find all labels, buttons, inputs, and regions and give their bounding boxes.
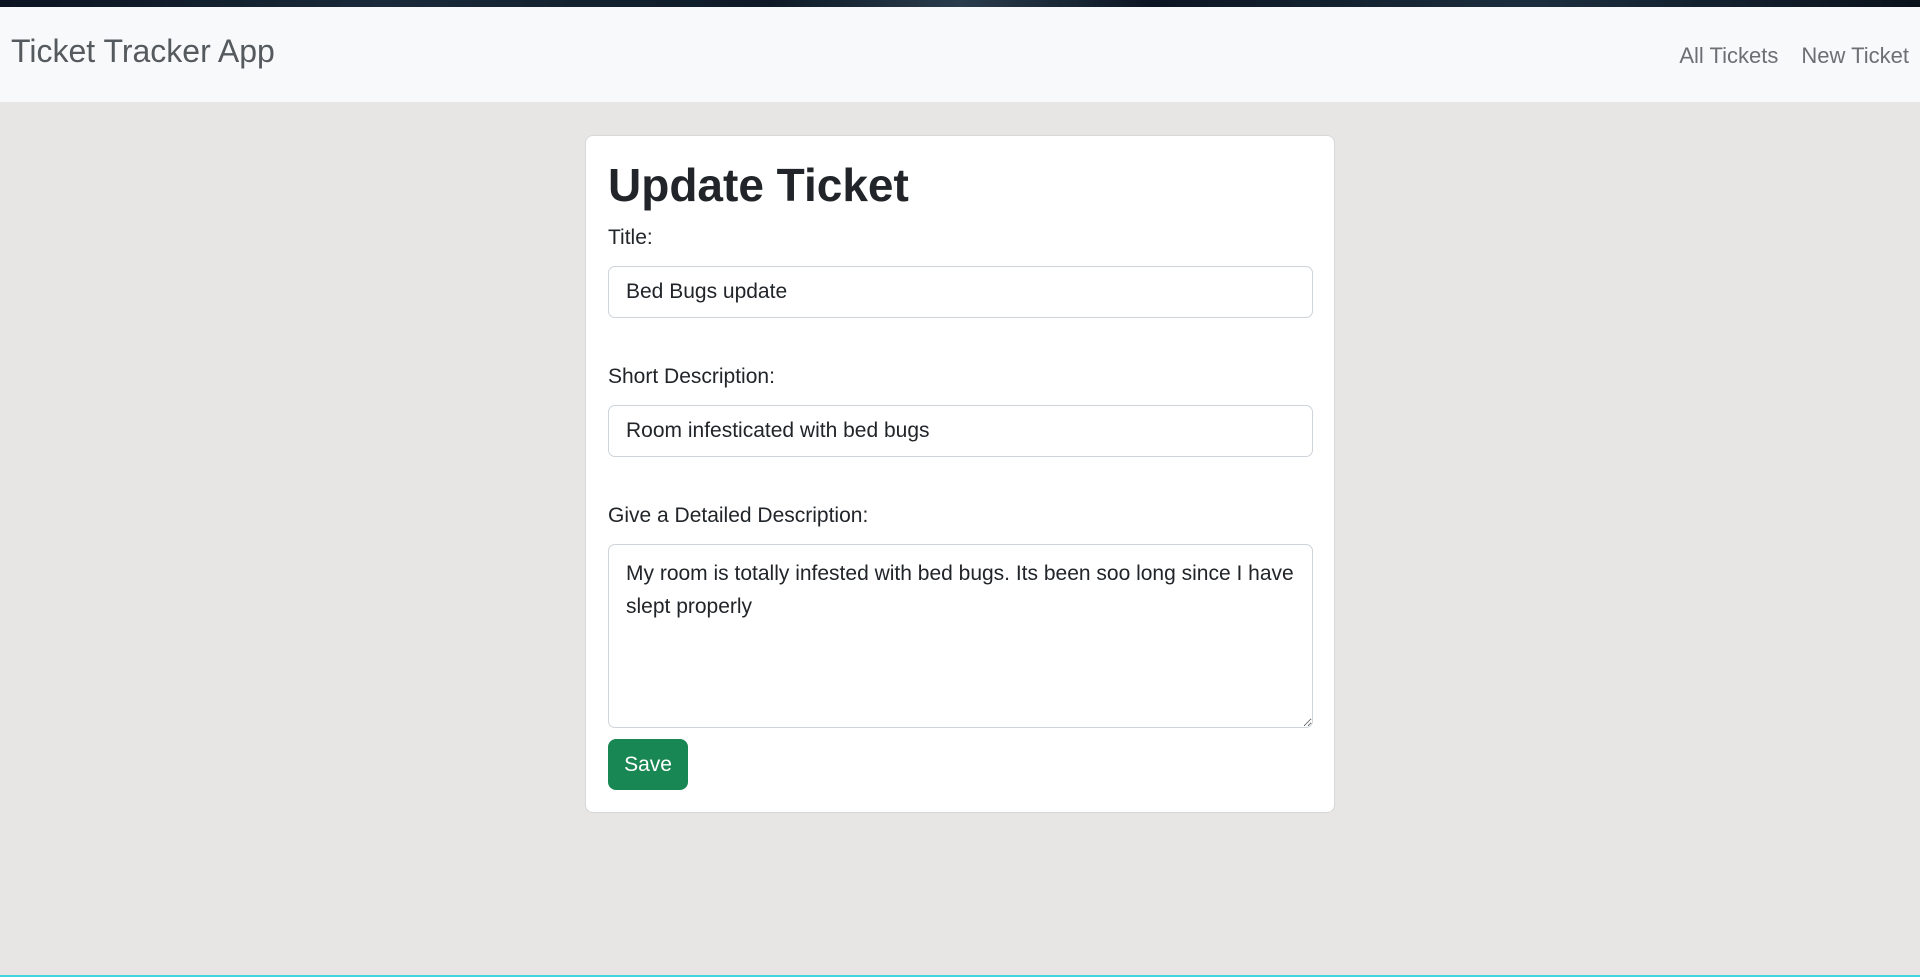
detailed-description-label: Give a Detailed Description: — [608, 504, 869, 527]
nav-links: All Tickets New Ticket — [1679, 43, 1909, 69]
browser-top-strip — [0, 0, 1920, 7]
nav-link-new-ticket[interactable]: New Ticket — [1801, 43, 1909, 69]
title-input[interactable] — [608, 266, 1313, 318]
save-button[interactable]: Save — [608, 739, 688, 790]
nav-link-all-tickets[interactable]: All Tickets — [1679, 43, 1778, 69]
short-description-label: Short Description: — [608, 365, 775, 388]
brand-link[interactable]: Ticket Tracker App — [11, 33, 275, 70]
short-description-input[interactable] — [608, 405, 1313, 457]
update-ticket-card: Update Ticket Title: Short Description: … — [585, 135, 1335, 813]
page-title: Update Ticket — [608, 159, 909, 211]
detailed-description-textarea[interactable]: My room is totally infested with bed bug… — [608, 544, 1313, 728]
navbar: Ticket Tracker App All Tickets New Ticke… — [0, 7, 1920, 102]
title-label: Title: — [608, 226, 653, 249]
